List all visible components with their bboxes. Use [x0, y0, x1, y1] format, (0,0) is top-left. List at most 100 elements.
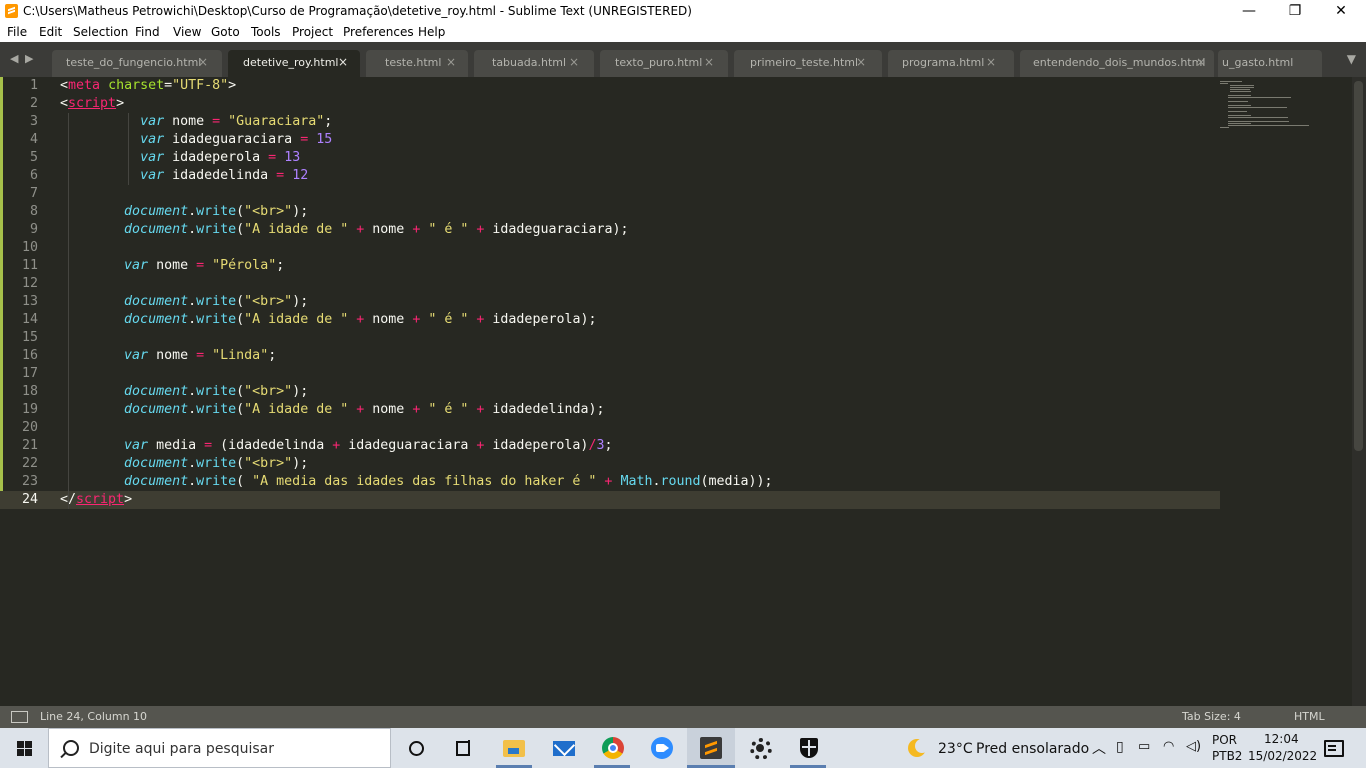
vertical-scrollbar[interactable] [1352, 77, 1366, 706]
tab-u-gasto[interactable]: u_gasto.html [1218, 50, 1322, 77]
code-line[interactable]: 11 var nome = "Pérola"; [0, 257, 1220, 275]
start-button[interactable] [0, 728, 48, 768]
task-view-icon[interactable] [452, 736, 476, 760]
tab-close-icon[interactable]: × [704, 55, 714, 69]
tab-primeiro-teste[interactable]: primeiro_teste.html × [734, 50, 882, 77]
tab-scroll-left-icon[interactable]: ◀ [10, 52, 18, 65]
tab-texto-puro[interactable]: texto_puro.html × [600, 50, 728, 77]
mail-icon[interactable] [552, 734, 576, 760]
code-token: "<br>" [244, 456, 293, 471]
minimap[interactable] [1220, 77, 1340, 137]
code-line[interactable]: 19 document.write("A idade de " + nome +… [0, 401, 1220, 419]
zoom-icon[interactable] [650, 736, 674, 760]
menu-preferences[interactable]: Preferences [343, 25, 414, 39]
tab-list-dropdown-icon[interactable]: ▼ [1347, 52, 1356, 66]
language-indicator[interactable]: POR [1212, 733, 1237, 747]
syntax-setting[interactable]: HTML [1294, 710, 1325, 723]
code-line[interactable]: 4 var idadeguaraciara = 15 [0, 131, 1220, 149]
code-line[interactable]: 15 [0, 329, 1220, 347]
settings-gear-icon[interactable] [748, 736, 772, 760]
code-line[interactable]: 18 document.write("<br>"); [0, 383, 1220, 401]
scrollbar-thumb[interactable] [1354, 81, 1363, 451]
show-hidden-icons-chevron-icon[interactable]: ︿ [1092, 738, 1106, 758]
code-line[interactable]: 17 [0, 365, 1220, 383]
code-line[interactable]: 13 document.write("<br>"); [0, 293, 1220, 311]
tab-programa[interactable]: programa.html × [888, 50, 1014, 77]
device-icon[interactable]: ▯ [1116, 739, 1124, 755]
code-line[interactable]: 14 document.write("A idade de " + nome +… [0, 311, 1220, 329]
tab-scroll-right-icon[interactable]: ▶ [25, 52, 33, 65]
tab-label: tabuada.html [492, 56, 567, 69]
code-line[interactable]: 8 document.write("<br>"); [0, 203, 1220, 221]
menu-bar: File Edit Selection Find View Goto Tools… [0, 22, 1366, 42]
weather-temperature[interactable]: 23°C [938, 741, 973, 757]
search-placeholder: Digite aqui para pesquisar [89, 741, 275, 757]
tab-detetive-roy[interactable]: detetive_roy.html × [228, 50, 360, 77]
tab-close-icon[interactable]: × [856, 55, 866, 69]
menu-find[interactable]: Find [135, 25, 160, 39]
code-line[interactable]: 24 </script> [0, 491, 1220, 509]
code-editor[interactable]: 1 <meta charset="UTF-8"> 2 <script> 3 var no… [0, 77, 1352, 706]
code-line[interactable]: 22 document.write("<br>"); [0, 455, 1220, 473]
menu-file[interactable]: File [7, 25, 27, 39]
menu-edit[interactable]: Edit [39, 25, 62, 39]
code-line[interactable]: 9 document.write("A idade de " + nome + … [0, 221, 1220, 239]
wifi-icon[interactable]: ◠ [1163, 739, 1174, 754]
tab-tabuada[interactable]: tabuada.html × [474, 50, 594, 77]
clock-date[interactable]: 15/02/2022 [1248, 749, 1317, 763]
panel-toggle-icon[interactable] [11, 711, 28, 723]
menu-view[interactable]: View [173, 25, 201, 39]
tab-close-icon[interactable]: × [1196, 55, 1206, 69]
menu-project[interactable]: Project [292, 25, 333, 39]
menu-selection[interactable]: Selection [73, 25, 128, 39]
menu-tools[interactable]: Tools [251, 25, 281, 39]
code-token: "A idade de " [244, 222, 349, 237]
weather-sun-icon[interactable] [906, 736, 930, 760]
tab-teste[interactable]: teste.html × [366, 50, 468, 77]
code-line[interactable]: 1 <meta charset="UTF-8"> [0, 77, 1220, 95]
code-line[interactable]: 6 var idadedelinda = 12 [0, 167, 1220, 185]
tab-close-icon[interactable]: × [986, 55, 996, 69]
code-token: document [124, 384, 189, 399]
code-line[interactable]: 12 [0, 275, 1220, 293]
tab-entendendo-dois-mundos[interactable]: entendendo_dois_mundos.html × [1020, 50, 1214, 77]
cortana-icon[interactable] [404, 736, 428, 760]
code-line[interactable]: 23 document.write( "A media das idades d… [0, 473, 1220, 491]
security-shield-icon[interactable] [797, 736, 821, 760]
tab-close-icon[interactable]: × [198, 55, 208, 69]
clock-time[interactable]: 12:04 [1264, 732, 1299, 746]
code-line[interactable]: 21 var media = (idadedelinda + idadeguar… [0, 437, 1220, 455]
code-line[interactable]: 2 <script> [0, 95, 1220, 113]
code-token: "Linda" [212, 348, 269, 363]
volume-icon[interactable]: ◁) [1186, 739, 1201, 754]
line-number: 21 [21, 438, 38, 453]
keyboard-layout-indicator[interactable]: PTB2 [1212, 749, 1242, 763]
minimize-button[interactable]: — [1226, 0, 1272, 22]
battery-icon[interactable]: ▭ [1138, 739, 1150, 754]
tab-size-setting[interactable]: Tab Size: 4 [1182, 710, 1241, 723]
minimap-line [1220, 83, 1228, 84]
code-text: var idadedelinda = 12 [60, 167, 308, 185]
menu-help[interactable]: Help [418, 25, 445, 39]
tab-close-icon[interactable]: × [338, 55, 348, 69]
code-line[interactable]: 10 [0, 239, 1220, 257]
code-line[interactable]: 20 [0, 419, 1220, 437]
taskbar-search-input[interactable]: Digite aqui para pesquisar [48, 728, 391, 768]
code-line[interactable]: 5 var idadeperola = 13 [0, 149, 1220, 167]
tab-close-icon[interactable]: × [569, 55, 579, 69]
chrome-icon[interactable] [601, 736, 625, 760]
code-line[interactable]: 3 var nome = "Guaraciara"; [0, 113, 1220, 131]
menu-goto[interactable]: Goto [211, 25, 240, 39]
maximize-button[interactable]: ❐ [1272, 0, 1318, 22]
tab-teste-do-fungencio[interactable]: teste_do_fungencio.html × [52, 50, 222, 77]
sublime-text-taskbar-icon[interactable] [699, 736, 723, 760]
file-explorer-icon[interactable] [502, 736, 526, 760]
close-window-button[interactable]: ✕ [1318, 0, 1364, 22]
notifications-icon[interactable] [1322, 736, 1346, 760]
tab-close-icon[interactable]: × [446, 55, 456, 69]
weather-description[interactable]: Pred ensolarado [976, 741, 1089, 757]
code-line[interactable]: 7 [0, 185, 1220, 203]
code-line[interactable]: 16 var nome = "Linda"; [0, 347, 1220, 365]
